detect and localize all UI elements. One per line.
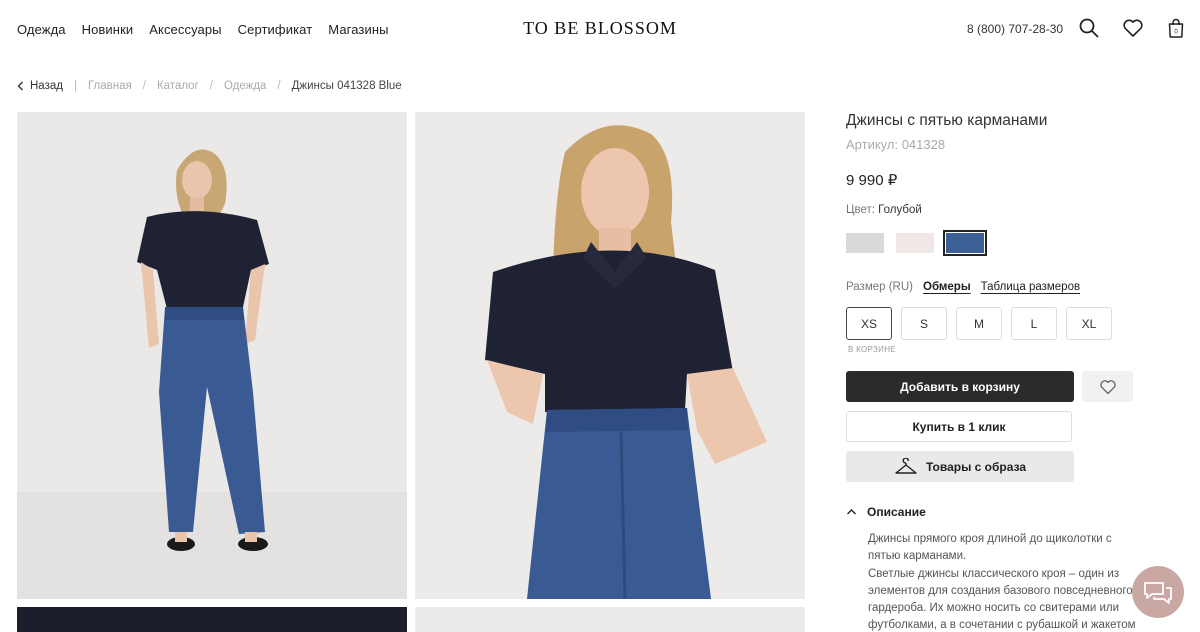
size-label: Размер (RU): [846, 281, 913, 293]
add-to-favorites-button[interactable]: [1082, 371, 1133, 402]
description-paragraph: Светлые джинсы классического кроя – один…: [868, 568, 1136, 631]
search-icon[interactable]: [1078, 17, 1100, 39]
size-option-s[interactable]: S: [901, 307, 947, 340]
swatch-light-pink[interactable]: [896, 233, 934, 253]
description-toggle[interactable]: Описание: [846, 505, 1136, 519]
size-options: XS S M L XL: [846, 307, 1136, 340]
site-header: Одежда Новинки Аксессуары Сертификат Маг…: [0, 0, 1200, 58]
size-table-link[interactable]: Таблица размеров: [981, 281, 1080, 293]
add-to-cart-button[interactable]: Добавить в корзину: [846, 371, 1074, 402]
breadcrumb-clothing[interactable]: Одежда: [224, 80, 266, 92]
buy-one-click-button[interactable]: Купить в 1 клик: [846, 411, 1072, 442]
product-image-full[interactable]: [17, 112, 407, 599]
product-price: 9 990 ₽: [846, 172, 898, 189]
product-info-panel: Джинсы с пятью карманами Артикул: 041328…: [846, 112, 1136, 632]
chevron-up-icon: [847, 509, 856, 515]
description-paragraph: Джинсы прямого кроя длиной до щиколотки …: [868, 533, 1112, 562]
description-text: Джинсы прямого кроя длиной до щиколотки …: [868, 531, 1146, 632]
swatch-blue[interactable]: [943, 230, 987, 256]
look-items-button[interactable]: Товары с образа: [846, 451, 1074, 482]
back-link[interactable]: Назад: [17, 80, 63, 92]
breadcrumb-separator: /: [142, 80, 146, 92]
hanger-icon: [895, 457, 917, 474]
product-title: Джинсы с пятью карманами: [846, 112, 1048, 129]
heart-icon[interactable]: [1122, 17, 1144, 39]
color-value: Голубой: [878, 204, 922, 216]
heart-icon: [1099, 379, 1116, 394]
chat-button[interactable]: [1132, 566, 1184, 618]
breadcrumb-home[interactable]: Главная: [88, 80, 132, 92]
breadcrumb: Назад | Главная / Каталог / Одежда / Джи…: [17, 80, 402, 92]
color-row: Цвет: Голубой: [846, 204, 1136, 216]
description-title: Описание: [867, 505, 926, 519]
breadcrumb-catalog[interactable]: Каталог: [157, 80, 199, 92]
back-label: Назад: [30, 80, 63, 92]
color-swatches: [846, 230, 1136, 256]
size-option-l[interactable]: L: [1011, 307, 1057, 340]
size-header: Размер (RU) Обмеры Таблица размеров: [846, 281, 1136, 293]
breadcrumb-separator: /: [277, 80, 281, 92]
product-image-third[interactable]: [17, 607, 407, 632]
breadcrumb-separator: |: [73, 80, 77, 92]
cart-actions: Добавить в корзину: [846, 371, 1136, 402]
measurements-link[interactable]: Обмеры: [923, 281, 971, 293]
look-items-label: Товары с образа: [925, 459, 1027, 474]
swatch-grey[interactable]: [846, 233, 884, 253]
size-option-m[interactable]: M: [956, 307, 1002, 340]
breadcrumb-current: Джинсы 041328 Blue: [291, 80, 402, 92]
phone-number[interactable]: 8 (800) 707-28-30: [967, 22, 1063, 36]
size-option-xl[interactable]: XL: [1066, 307, 1112, 340]
breadcrumb-separator: /: [209, 80, 213, 92]
chat-icon: [1144, 582, 1172, 604]
cart-count: 0: [1174, 30, 1178, 36]
product-sku: Артикул: 041328: [846, 137, 946, 152]
chevron-left-icon: [17, 81, 23, 91]
product-image-closeup[interactable]: [415, 112, 805, 599]
in-cart-note: В КОРЗИНЕ: [848, 345, 896, 354]
size-option-xs[interactable]: XS: [846, 307, 892, 340]
bag-icon[interactable]: 0: [1165, 17, 1187, 39]
color-label: Цвет:: [846, 204, 875, 216]
product-image-fourth[interactable]: [415, 607, 805, 632]
